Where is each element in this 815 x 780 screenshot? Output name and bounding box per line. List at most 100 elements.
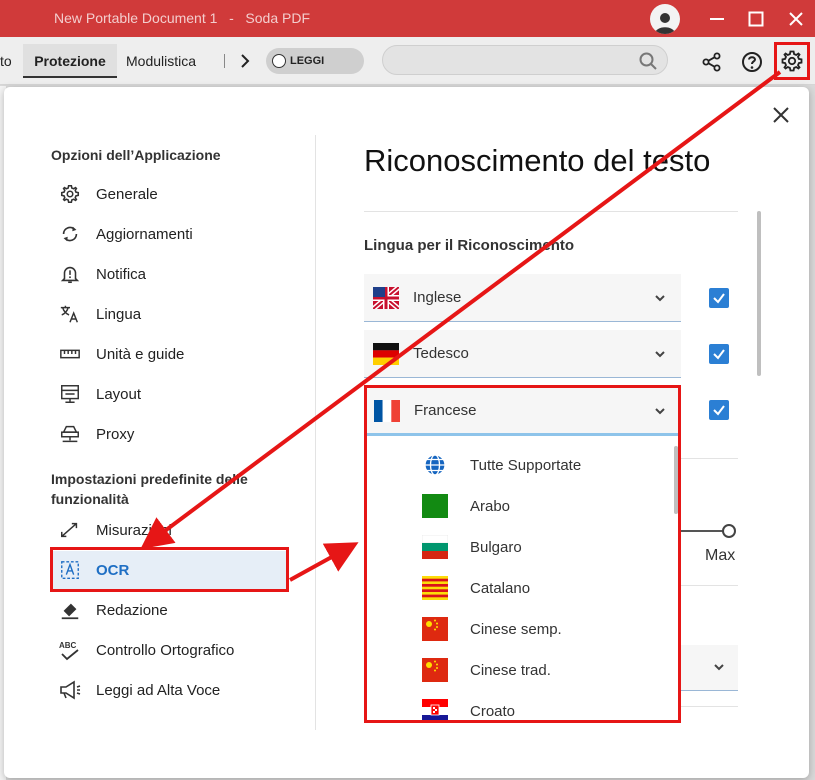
language-checkbox-francese[interactable]	[709, 400, 729, 420]
close-icon	[789, 11, 803, 26]
slider-max-label: Max	[705, 547, 736, 564]
language-name: Francese	[414, 402, 477, 419]
dropdown-scrollbar[interactable]	[674, 446, 678, 514]
window-title: New Portable Document 1 - Soda PDF	[54, 10, 310, 26]
search-icon	[639, 52, 657, 70]
accuracy-slider-track[interactable]	[680, 530, 728, 532]
help-icon[interactable]	[741, 51, 763, 73]
sidebar-item-label: Layout	[96, 385, 142, 403]
sidebar-item-label: Controllo Ortografico	[96, 641, 235, 659]
sidebar-item-label: Misurazioni	[96, 521, 172, 539]
language-select-francese[interactable]: Francese	[367, 388, 678, 436]
tab-modulistica[interactable]: Modulistica	[126, 44, 196, 78]
sidebar-item-leggi-alta-voce[interactable]: Leggi ad Alta Voce	[51, 671, 287, 709]
chinese-flag-icon	[422, 617, 448, 641]
megaphone-icon	[57, 677, 83, 703]
section-feature-defaults: Impostazioni predefinite delle funzional…	[51, 471, 248, 507]
measure-icon	[57, 517, 83, 543]
read-toggle-label: LEGGI	[290, 55, 325, 67]
minimize-button[interactable]	[703, 0, 731, 37]
chevron-down-icon	[655, 350, 665, 357]
ruler-icon	[57, 341, 83, 367]
option-label: Bulgaro	[470, 538, 522, 556]
option-label: Cinese trad.	[470, 661, 551, 679]
toggle-knob	[272, 54, 286, 68]
dropdown-option[interactable]: Arabo	[422, 492, 510, 520]
divider	[680, 706, 738, 707]
layout-icon	[57, 381, 83, 407]
uk-us-flag-icon	[373, 286, 399, 309]
tabs-scroll-right-button[interactable]	[237, 51, 253, 71]
tab-separator	[224, 54, 225, 68]
sync-icon	[57, 221, 83, 247]
language-checkbox-inglese[interactable]	[709, 288, 729, 308]
ocr-highlight-box	[50, 547, 289, 592]
avatar-icon	[650, 3, 680, 34]
maximize-button[interactable]	[742, 0, 770, 37]
accuracy-slider-handle[interactable]	[722, 524, 736, 538]
option-label: Cinese semp.	[470, 620, 562, 638]
settings-scrollbar[interactable]	[757, 211, 761, 376]
share-icon[interactable]	[702, 52, 722, 72]
sidebar-item-lingua[interactable]: Lingua	[51, 295, 287, 333]
language-name: Inglese	[413, 289, 462, 306]
spellcheck-icon: ABC	[57, 637, 83, 663]
bulgarian-flag-icon	[422, 535, 448, 559]
sidebar-item-controllo-ortografico[interactable]: ABC Controllo Ortografico	[51, 631, 287, 669]
check-icon	[713, 405, 725, 416]
divider	[680, 458, 738, 459]
dropdown-option[interactable]: Cinese semp.	[422, 615, 562, 643]
close-window-button[interactable]	[782, 0, 810, 37]
sidebar-divider	[315, 135, 316, 730]
option-select[interactable]	[680, 645, 738, 691]
minimize-icon	[710, 17, 724, 20]
dropdown-option[interactable]: Catalano	[422, 574, 530, 602]
catalan-flag-icon	[422, 576, 448, 600]
read-mode-toggle[interactable]: LEGGI	[266, 48, 364, 74]
sidebar-item-label: Aggiornamenti	[96, 225, 193, 243]
option-label: Croato	[470, 702, 516, 720]
language-select-inglese[interactable]: Inglese	[364, 274, 681, 322]
ribbon: to Protezione Modulistica LEGGI	[0, 37, 815, 85]
sidebar-item-redazione[interactable]: Redazione	[51, 591, 287, 629]
language-heading: Lingua per il Riconoscimento	[364, 237, 575, 254]
language-select-tedesco[interactable]: Tedesco	[364, 330, 681, 378]
option-label: Arabo	[470, 497, 511, 515]
arabic-flag-icon	[422, 494, 448, 518]
sidebar-item-notifica[interactable]: Notifica	[51, 255, 287, 293]
translate-icon	[57, 301, 83, 327]
dropdown-option[interactable]: Cinese trad.	[422, 656, 551, 684]
dropdown-option[interactable]: Bulgaro	[422, 533, 522, 561]
language-dropdown-francese[interactable]: Francese Tutte Supportate Arabo Bulgaro …	[364, 385, 681, 723]
dropdown-option[interactable]: Tutte Supportate	[422, 451, 581, 479]
dialog-close-button[interactable]	[771, 105, 791, 125]
search-input[interactable]	[382, 45, 668, 75]
sidebar-item-label: Lingua	[96, 305, 142, 323]
chevron-down-icon	[714, 664, 724, 671]
sidebar-item-label: Unità e guide	[96, 345, 185, 363]
language-checkbox-tedesco[interactable]	[709, 344, 729, 364]
account-button[interactable]	[648, 0, 682, 37]
page-title: Riconoscimento del testo	[364, 143, 711, 178]
eraser-icon	[57, 597, 83, 623]
proxy-icon	[57, 421, 83, 447]
croatian-flag-icon	[422, 699, 448, 720]
settings-button[interactable]	[774, 42, 810, 80]
sidebar-item-aggiornamenti[interactable]: Aggiornamenti	[51, 215, 287, 253]
check-icon	[713, 349, 725, 360]
title-bar: New Portable Document 1 - Soda PDF	[0, 0, 815, 37]
tab-protezione[interactable]: Protezione	[23, 44, 117, 78]
svg-text:ABC: ABC	[59, 641, 77, 650]
preferences-dialog: Opzioni dell’Applicazione Generale Aggio…	[4, 87, 809, 778]
tab-previous[interactable]: to	[0, 44, 12, 78]
sidebar-item-unita-guide[interactable]: Unità e guide	[51, 335, 287, 373]
sidebar-item-layout[interactable]: Layout	[51, 375, 287, 413]
dropdown-option[interactable]: Croato	[422, 697, 516, 720]
sidebar-item-generale[interactable]: Generale	[51, 175, 287, 213]
gear-icon	[57, 181, 83, 207]
divider	[680, 585, 738, 586]
sidebar-item-misurazioni[interactable]: Misurazioni	[51, 511, 287, 549]
chevron-right-icon	[241, 54, 250, 68]
maximize-icon	[748, 11, 764, 26]
sidebar-item-proxy[interactable]: Proxy	[51, 415, 287, 453]
